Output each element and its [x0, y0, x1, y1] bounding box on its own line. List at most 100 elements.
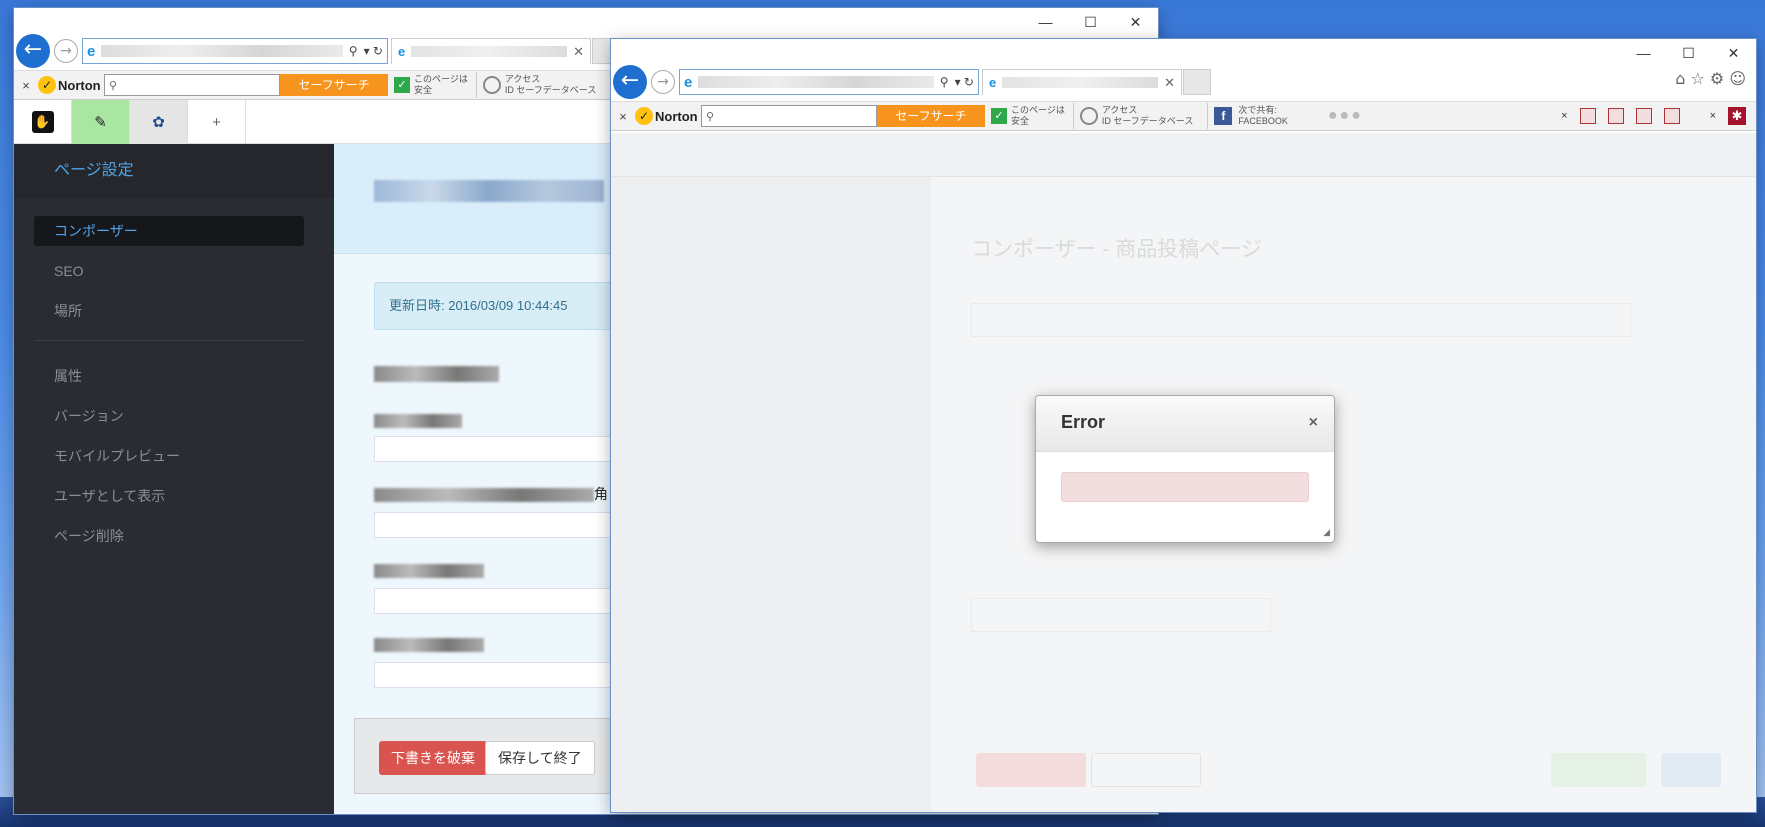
browser-window-front: — ☐ ✕ ← → e ⚲ ▾ ↻ e ✕ ⌂ ☆ ⚙ ☺ × ✓ Norton … [611, 39, 1756, 812]
extension-icon[interactable] [1579, 108, 1596, 124]
address-refresh-controls[interactable]: ▾ ↻ [955, 75, 974, 89]
browser-tab[interactable]: e ✕ [391, 38, 591, 64]
new-tab-button[interactable] [1183, 69, 1211, 95]
sidebar-title: ページ設定 [14, 144, 334, 198]
extension-close-icon[interactable]: × [1710, 110, 1716, 122]
id-line2: ID セーフデータベース [504, 85, 597, 95]
tab-close-icon[interactable]: ✕ [1164, 75, 1175, 91]
field-label-suffix: 角 [594, 486, 608, 502]
dimmed-publish-button [1551, 753, 1646, 787]
norton-search-input[interactable]: ⚲ [701, 105, 877, 127]
error-alert-box [1061, 472, 1309, 502]
browser-icons[interactable]: ⌂ ☆ ⚙ ☺ [1675, 69, 1746, 88]
search-icon: ⚲ [706, 110, 715, 123]
norton-check-icon: ✓ [635, 107, 653, 125]
tab-close-icon[interactable]: ✕ [573, 44, 584, 60]
dimmed-sidebar [611, 177, 931, 812]
gear-icon: ✿ [152, 114, 165, 131]
id-safe-icon [482, 76, 501, 94]
safe-line1: このページは [1011, 105, 1065, 115]
sidebar-item-view-as-user[interactable]: ユーザとして表示 [34, 481, 304, 511]
safe-line2: 安全 [414, 85, 433, 95]
asterisk-extension-icon[interactable]: ✱ [1728, 107, 1746, 125]
cms-logo-button[interactable]: ✋ [14, 100, 72, 144]
norton-page-safe[interactable]: ✓ このページは 安全 [991, 103, 1074, 129]
forward-button[interactable]: → [651, 70, 675, 94]
dimmed-save-button [1091, 753, 1201, 787]
edit-mode-button[interactable]: ✎ [72, 100, 130, 144]
ie-icon: e [398, 44, 406, 59]
norton-id-safe[interactable]: アクセス ID セーフデータベース [1079, 103, 1202, 129]
check-icon: ✓ [991, 108, 1007, 124]
address-search-icon[interactable]: ⚲ [349, 44, 358, 58]
sidebar-item-versions[interactable]: バージョン [34, 401, 304, 431]
norton-toolbar: × ✓ Norton ⚲ セーフサーチ ✓ このページは 安全 アクセス ID セーフ… [611, 101, 1756, 131]
share-facebook[interactable]: f 次で共有: FACEBOOK [1207, 103, 1288, 129]
page-settings-sidebar: ページ設定 コンポーザー SEO 場所 属性 バージョン モバイルプレビュー ユ… [14, 144, 334, 814]
sidebar-item-seo[interactable]: SEO [34, 256, 304, 286]
pencil-icon: ✎ [94, 114, 107, 131]
sidebar-item-composer[interactable]: コンポーザー [34, 216, 304, 246]
dimmed-primary-button [1661, 753, 1721, 787]
sidebar-item-attributes[interactable]: 属性 [34, 361, 304, 391]
field-label-obscured [374, 564, 484, 578]
safe-line1: このページは [414, 74, 468, 84]
page-title-obscured [374, 180, 604, 202]
browser-tab[interactable]: e ✕ [982, 69, 1182, 95]
section-heading-obscured [374, 366, 499, 382]
field-label-obscured [374, 414, 462, 428]
norton-search-input[interactable]: ⚲ [104, 74, 280, 96]
norton-logo: ✓ Norton [635, 107, 701, 125]
extension-icon[interactable] [1635, 108, 1652, 124]
facebook-icon: f [1214, 107, 1233, 125]
navigation-row: ← → e ⚲ ▾ ↻ e ✕ [611, 63, 1756, 101]
norton-logo: ✓ Norton [38, 76, 104, 94]
more-options-icon[interactable]: ●●● [1328, 107, 1363, 125]
id-line2: ID セーフデータベース [1101, 116, 1194, 126]
address-refresh-controls[interactable]: ▾ ↻ [364, 44, 383, 58]
page-settings-button[interactable]: ✿ [130, 100, 188, 144]
norton-close-icon[interactable]: × [611, 109, 635, 124]
dialog-close-icon[interactable]: × [1309, 414, 1318, 432]
dimmed-toolbar [611, 133, 1756, 177]
address-bar[interactable]: e ⚲ ▾ ↻ [679, 69, 979, 95]
ie-icon: e [989, 75, 997, 90]
dialog-header: Error × [1036, 396, 1334, 452]
tab-title-obscured [411, 46, 568, 57]
save-and-exit-button[interactable]: 保存して終了 [485, 741, 595, 775]
id-line1: アクセス [1101, 105, 1138, 115]
address-search-icon[interactable]: ⚲ [940, 75, 949, 89]
plus-icon: + [212, 113, 221, 131]
resize-grip-icon[interactable]: ◢ [1323, 527, 1330, 538]
norton-check-icon: ✓ [38, 76, 56, 94]
norton-brand: Norton [655, 108, 698, 124]
address-bar[interactable]: e ⚲ ▾ ↻ [82, 38, 388, 64]
error-dialog: Error × ◢ [1035, 395, 1335, 543]
forward-button[interactable]: → [54, 39, 78, 63]
extension-icon[interactable] [1663, 108, 1680, 124]
dimmed-info-box [971, 303, 1631, 337]
sidebar-item-mobile-preview[interactable]: モバイルプレビュー [34, 441, 304, 471]
composer-footer: 下書きを破棄 保存して終了 [354, 718, 654, 794]
back-button[interactable]: ← [613, 65, 647, 99]
norton-safe-search-button[interactable]: セーフサーチ [877, 105, 985, 127]
norton-id-safe[interactable]: アクセス ID セーフデータベース [482, 72, 605, 98]
sidebar-item-delete-page[interactable]: ページ削除 [34, 521, 304, 551]
id-safe-icon [1079, 107, 1098, 125]
norton-brand: Norton [58, 77, 101, 93]
discard-draft-button[interactable]: 下書きを破棄 [379, 741, 487, 775]
dimmed-discard-button [976, 753, 1086, 787]
address-url-obscured [101, 45, 343, 57]
check-icon: ✓ [394, 77, 410, 93]
norton-close-icon[interactable]: × [14, 78, 38, 93]
extension-icon[interactable] [1607, 108, 1624, 124]
share-line1: 次で共有: [1238, 105, 1277, 115]
add-content-button[interactable]: + [188, 100, 246, 144]
address-url-obscured [698, 76, 934, 88]
back-button[interactable]: ← [16, 34, 50, 68]
ie-icon: e [684, 73, 693, 91]
norton-page-safe[interactable]: ✓ このページは 安全 [394, 72, 477, 98]
extension-close-icon[interactable]: × [1561, 110, 1567, 122]
norton-safe-search-button[interactable]: セーフサーチ [280, 74, 388, 96]
sidebar-item-location[interactable]: 場所 [34, 296, 304, 326]
